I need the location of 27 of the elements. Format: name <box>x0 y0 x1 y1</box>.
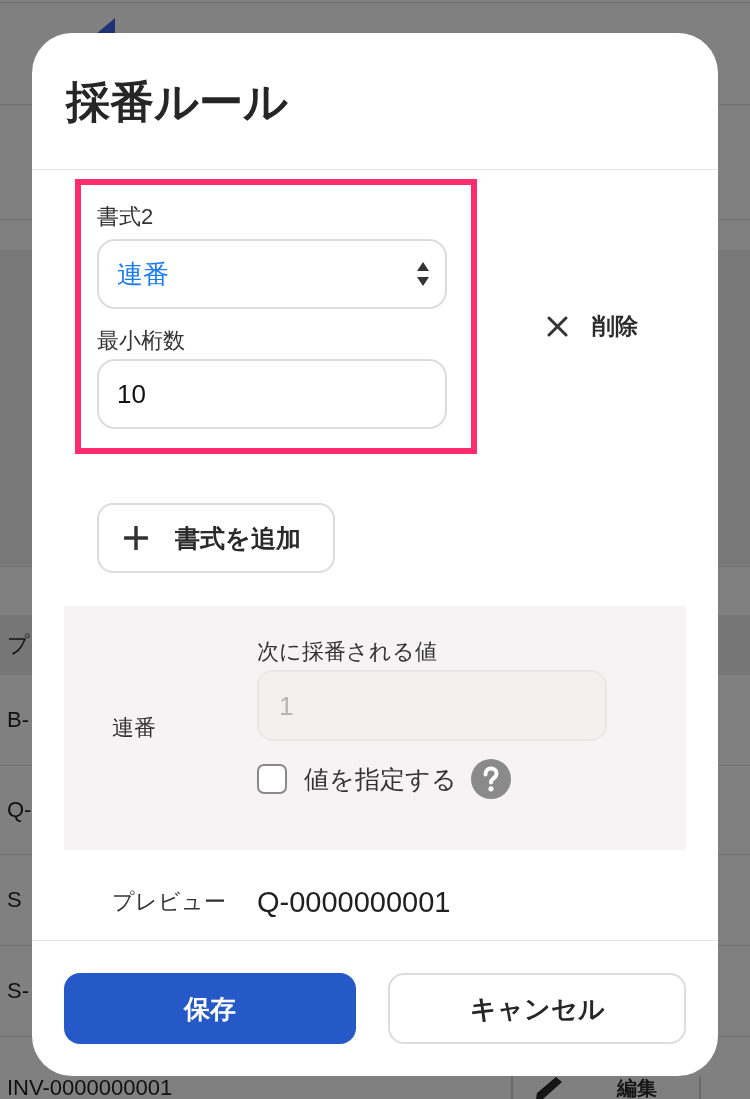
checkbox-label: 値を指定する <box>304 764 457 794</box>
number-field[interactable]: 10 <box>97 359 447 429</box>
preview-label: プレビュー <box>112 887 227 916</box>
field-label: 最小桁数 <box>97 327 185 355</box>
checkbox[interactable] <box>257 764 287 794</box>
close-icon <box>547 315 568 337</box>
preview-value: Q-0000000001 <box>257 884 451 919</box>
delete-button[interactable]: 削除 <box>547 312 638 340</box>
field-label: 書式2 <box>97 203 154 231</box>
field-label: 次に採番される値 <box>257 638 437 666</box>
table-cell-text: S- <box>6 978 29 1004</box>
add-format-button[interactable]: 書式を追加 <box>97 503 335 573</box>
table-cell-text: S <box>6 887 22 913</box>
table-header-background <box>718 615 750 675</box>
plus-icon <box>124 526 148 550</box>
save-button[interactable]: 保存 <box>64 973 356 1044</box>
help-icon[interactable] <box>471 759 511 799</box>
select-field[interactable]: 連番 <box>97 239 447 309</box>
column-header: プ <box>6 632 30 658</box>
table-cell-text: Q- <box>6 797 32 823</box>
panel-label: 連番 <box>111 714 157 742</box>
table-cell-text: B- <box>6 707 29 733</box>
table-cell-text: INV-0000000001 <box>6 1076 174 1099</box>
cancel-button[interactable]: キャンセル <box>388 973 686 1044</box>
dialog-title: 採番ルール <box>66 76 288 128</box>
edit-button[interactable]: 編集 <box>511 1076 701 1099</box>
updown-arrows-icon <box>417 262 429 286</box>
